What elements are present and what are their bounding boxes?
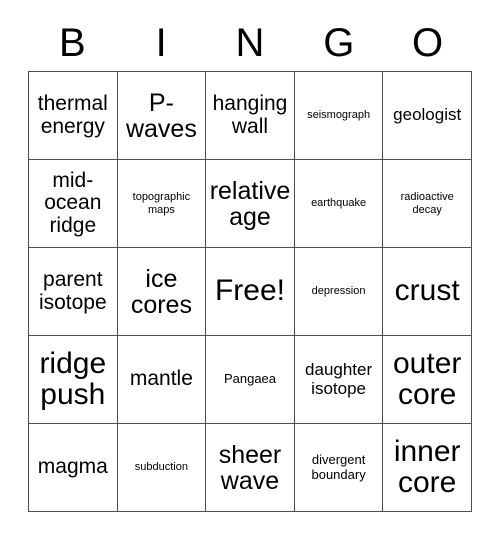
- bingo-cell[interactable]: daughter isotope: [294, 336, 384, 424]
- bingo-cell-label: inner core: [393, 434, 461, 499]
- bingo-cell-label: ice cores: [130, 264, 192, 319]
- bingo-cell-label: crust: [394, 274, 460, 308]
- bingo-cell-label: depression: [311, 285, 366, 298]
- bingo-cell[interactable]: crust: [383, 248, 472, 336]
- header-letter-i: I: [155, 21, 167, 65]
- bingo-cell-label: radioactive decay: [400, 190, 454, 216]
- bingo-cell-label: outer core: [392, 346, 462, 411]
- bingo-cell-label: topographic maps: [132, 190, 191, 216]
- bingo-cell-label: daughter isotope: [305, 359, 373, 398]
- bingo-cell[interactable]: ridge push: [29, 336, 118, 424]
- bingo-grid: thermal energy P-waves hanging wall seismog…: [28, 71, 472, 512]
- bingo-cell-label: Pangaea: [223, 371, 277, 387]
- bingo-cell-label: mid-ocean ridge: [44, 169, 102, 237]
- bingo-cell-label: Free!: [214, 274, 285, 308]
- bingo-cell[interactable]: parent isotope: [29, 248, 118, 336]
- bingo-cell[interactable]: seismograph: [294, 72, 384, 160]
- header-letter-o: O: [412, 21, 444, 65]
- header-letter-n: N: [235, 21, 265, 65]
- bingo-cell-label: parent isotope: [38, 268, 107, 314]
- bingo-cell[interactable]: P-waves: [117, 72, 207, 160]
- bingo-cell-label: P-waves: [125, 88, 197, 143]
- bingo-cell[interactable]: Pangaea: [206, 336, 295, 424]
- bingo-cell[interactable]: radioactive decay: [383, 160, 472, 248]
- bingo-cell-label: sheer wave: [218, 440, 282, 495]
- bingo-cell[interactable]: depression: [294, 248, 384, 336]
- bingo-cell[interactable]: hanging wall: [206, 72, 295, 160]
- bingo-cell-label: seismograph: [307, 109, 371, 122]
- bingo-cell[interactable]: ice cores: [117, 248, 207, 336]
- bingo-cell-label: hanging wall: [212, 92, 288, 138]
- bingo-cell[interactable]: thermal energy: [29, 72, 118, 160]
- header-letter-g: G: [323, 21, 355, 65]
- bingo-header-row: B I N G O: [28, 16, 472, 70]
- bingo-cell[interactable]: relative age: [206, 160, 295, 248]
- bingo-cell[interactable]: earthquake: [294, 160, 384, 248]
- bingo-cell[interactable]: topographic maps: [117, 160, 207, 248]
- bingo-cell-label: relative age: [209, 176, 291, 231]
- bingo-cell-label: subduction: [134, 461, 188, 474]
- bingo-cell[interactable]: subduction: [117, 424, 207, 512]
- bingo-cell-label: earthquake: [311, 197, 367, 210]
- bingo-cell[interactable]: magma: [29, 424, 118, 512]
- bingo-cell[interactable]: divergent boundary: [294, 424, 384, 512]
- bingo-cell[interactable]: geologist: [383, 72, 472, 160]
- bingo-cell-label: geologist: [393, 105, 462, 125]
- bingo-cell[interactable]: mantle: [117, 336, 207, 424]
- bingo-cell-label: ridge push: [39, 346, 107, 411]
- bingo-cell-free[interactable]: Free!: [206, 248, 295, 336]
- bingo-cell[interactable]: outer core: [383, 336, 472, 424]
- bingo-cell[interactable]: sheer wave: [206, 424, 295, 512]
- bingo-cell-label: thermal energy: [37, 92, 108, 138]
- header-letter-b: B: [59, 21, 86, 65]
- bingo-cell[interactable]: inner core: [383, 424, 472, 512]
- bingo-cell-label: mantle: [129, 367, 193, 391]
- bingo-cell-label: magma: [37, 455, 108, 479]
- bingo-cell-label: divergent boundary: [311, 451, 366, 482]
- bingo-cell[interactable]: mid-ocean ridge: [29, 160, 118, 248]
- bingo-card: B I N G O thermal energy P-waves hanging w…: [0, 0, 500, 544]
